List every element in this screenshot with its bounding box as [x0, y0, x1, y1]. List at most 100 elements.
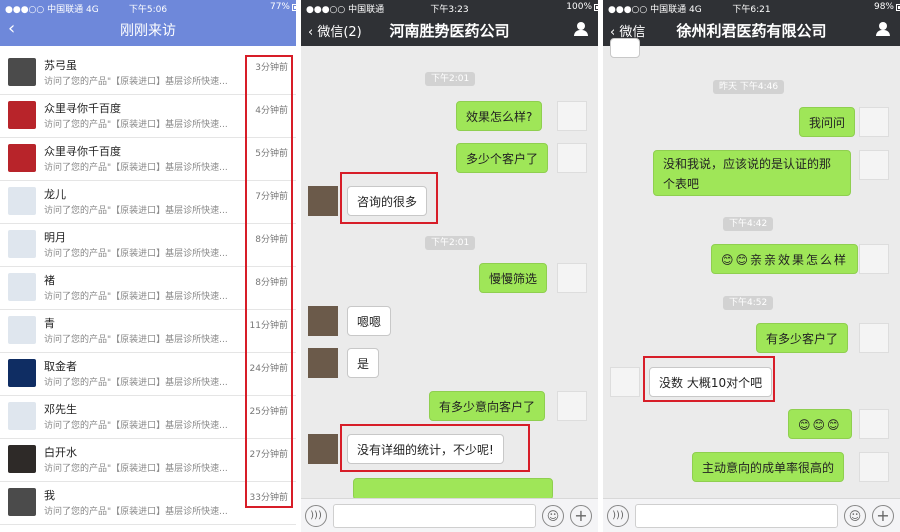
- input-bar: ))) ☺ +: [301, 498, 598, 532]
- avatar: [8, 58, 36, 86]
- clock: 下午5:06: [128, 5, 168, 15]
- battery-percent: 77%: [269, 2, 290, 12]
- visit-description: 访问了您的产品"【原装进口】基层诊所快速...: [44, 378, 228, 388]
- voice-icon[interactable]: ))): [607, 505, 629, 527]
- chat-screen-henan: ●●●○○ 中国联通 下午3:23 100% ‹ 微信(2) 河南胜势医药公司 …: [301, 0, 598, 532]
- avatar: [308, 306, 338, 336]
- chat-title: 河南胜势医药公司: [389, 22, 510, 40]
- avatar: [859, 107, 889, 137]
- visit-description: 访问了您的产品"【原装进口】基层诊所快速...: [44, 249, 228, 259]
- message-bubble-out[interactable]: 多少个客户了: [456, 143, 549, 173]
- screenshot-root: ●●●○○ 中国联通 4G 下午5:06 77% ‹ 刚刚来访 苏弓虽 访问了您…: [0, 0, 900, 532]
- highlight-box: [340, 172, 438, 224]
- highlight-box: [245, 55, 293, 508]
- avatar: [8, 359, 36, 387]
- visit-description: 访问了您的产品"【原装进口】基层诊所快速...: [44, 335, 228, 345]
- avatar: [859, 409, 889, 439]
- message-bubble-out[interactable]: 我问问: [799, 107, 856, 137]
- battery-icon: [594, 4, 598, 11]
- voice-icon[interactable]: ))): [305, 505, 327, 527]
- user-icon[interactable]: [574, 22, 588, 36]
- nav-bar: ●●●○○ 中国联通 4G 下午5:06 77% ‹ 刚刚来访: [0, 0, 296, 46]
- avatar: [557, 391, 587, 421]
- visitor-name: 褚: [44, 274, 55, 287]
- visitor-name: 众里寻你千百度: [44, 145, 121, 158]
- message-bubble-out-partial: [353, 478, 553, 500]
- message-bubble-out[interactable]: 没和我说，应该说的是认证的那个表吧: [653, 150, 851, 196]
- timestamp: 下午4:42: [723, 217, 774, 231]
- highlight-box: [340, 424, 530, 472]
- message-input[interactable]: [333, 504, 536, 528]
- timestamp: 昨天 下午4:46: [713, 80, 785, 94]
- visit-description: 访问了您的产品"【原装进口】基层诊所快速...: [44, 206, 228, 216]
- battery-icon: [292, 4, 296, 11]
- message-bubble-out[interactable]: 有多少意向客户了: [429, 391, 546, 421]
- avatar: [610, 367, 640, 397]
- avatar: [859, 150, 889, 180]
- input-bar: ))) ☺ +: [603, 498, 900, 532]
- battery-indicator: 98%: [873, 2, 900, 12]
- battery-percent: 98%: [873, 2, 894, 12]
- timestamp: 下午2:01: [425, 236, 476, 250]
- recent-visitors-screen: ●●●○○ 中国联通 4G 下午5:06 77% ‹ 刚刚来访 苏弓虽 访问了您…: [0, 0, 296, 532]
- visitor-name: 我: [44, 489, 55, 502]
- message-bubble-out[interactable]: 效果怎么样?: [456, 101, 543, 131]
- timestamp: 下午4:52: [723, 296, 774, 310]
- status-bar: ●●●○○ 中国联通 下午3:23 100%: [301, 0, 598, 15]
- visitor-name: 邓先生: [44, 403, 77, 416]
- message-bubble-out[interactable]: 慢慢筛选: [479, 263, 548, 293]
- highlight-box: [643, 356, 775, 402]
- visit-description: 访问了您的产品"【原装进口】基层诊所快速...: [44, 120, 228, 130]
- avatar: [308, 186, 338, 216]
- page-title: 刚刚来访: [120, 23, 176, 39]
- avatar: [8, 402, 36, 430]
- nav-bar: ●●●○○ 中国联通 下午3:23 100% ‹ 微信(2) 河南胜势医药公司: [301, 0, 598, 46]
- status-bar: ●●●○○ 中国联通 4G 下午6:21 98%: [603, 0, 900, 15]
- avatar: [308, 434, 338, 464]
- message-bubble-in[interactable]: 是: [347, 348, 380, 378]
- message-bubble-in-partial: [610, 38, 640, 58]
- message-input[interactable]: [635, 504, 838, 528]
- plus-icon[interactable]: +: [570, 505, 592, 527]
- message-bubble-out[interactable]: 😊😊亲亲效果怎么样: [711, 244, 859, 274]
- avatar: [308, 348, 338, 378]
- visit-description: 访问了您的产品"【原装进口】基层诊所快速...: [44, 421, 228, 431]
- visit-description: 访问了您的产品"【原装进口】基层诊所快速...: [44, 163, 228, 173]
- clock: 下午6:21: [732, 5, 771, 15]
- message-bubble-in[interactable]: 嗯嗯: [347, 306, 392, 336]
- chat-title: 徐州利君医药有限公司: [676, 22, 827, 40]
- avatar: [8, 273, 36, 301]
- visitor-name: 龙儿: [44, 188, 66, 201]
- avatar: [859, 323, 889, 353]
- timestamp: 下午2:01: [425, 72, 476, 86]
- visitor-name: 青: [44, 317, 55, 330]
- status-bar: ●●●○○ 中国联通 4G 下午5:06 77%: [0, 0, 296, 15]
- visitor-name: 取金者: [44, 360, 77, 373]
- avatar: [8, 144, 36, 172]
- battery-indicator: 100%: [566, 2, 598, 12]
- visitor-name: 苏弓虽: [44, 59, 77, 72]
- emoji-icon[interactable]: ☺: [844, 505, 866, 527]
- battery-indicator: 77%: [269, 2, 296, 12]
- user-icon[interactable]: [876, 22, 890, 36]
- avatar: [859, 244, 889, 274]
- clock: 下午3:23: [430, 5, 469, 15]
- plus-icon[interactable]: +: [872, 505, 894, 527]
- visit-description: 访问了您的产品"【原装进口】基层诊所快速...: [44, 77, 228, 87]
- avatar: [8, 101, 36, 129]
- visitor-name: 白开水: [44, 446, 77, 459]
- avatar: [859, 452, 889, 482]
- visitor-name: 众里寻你千百度: [44, 102, 121, 115]
- avatar: [8, 187, 36, 215]
- message-bubble-out[interactable]: 😊😊😊: [788, 409, 852, 439]
- battery-icon: [896, 4, 900, 11]
- emoji-icon[interactable]: ☺: [542, 505, 564, 527]
- avatar: [8, 230, 36, 258]
- message-bubble-out[interactable]: 有多少客户了: [756, 323, 849, 353]
- battery-percent: 100%: [566, 2, 592, 12]
- visit-description: 访问了您的产品"【原装进口】基层诊所快速...: [44, 464, 228, 474]
- avatar: [8, 445, 36, 473]
- message-bubble-out[interactable]: 主动意向的成单率很高的: [692, 452, 845, 482]
- avatar: [557, 263, 587, 293]
- avatar: [557, 143, 587, 173]
